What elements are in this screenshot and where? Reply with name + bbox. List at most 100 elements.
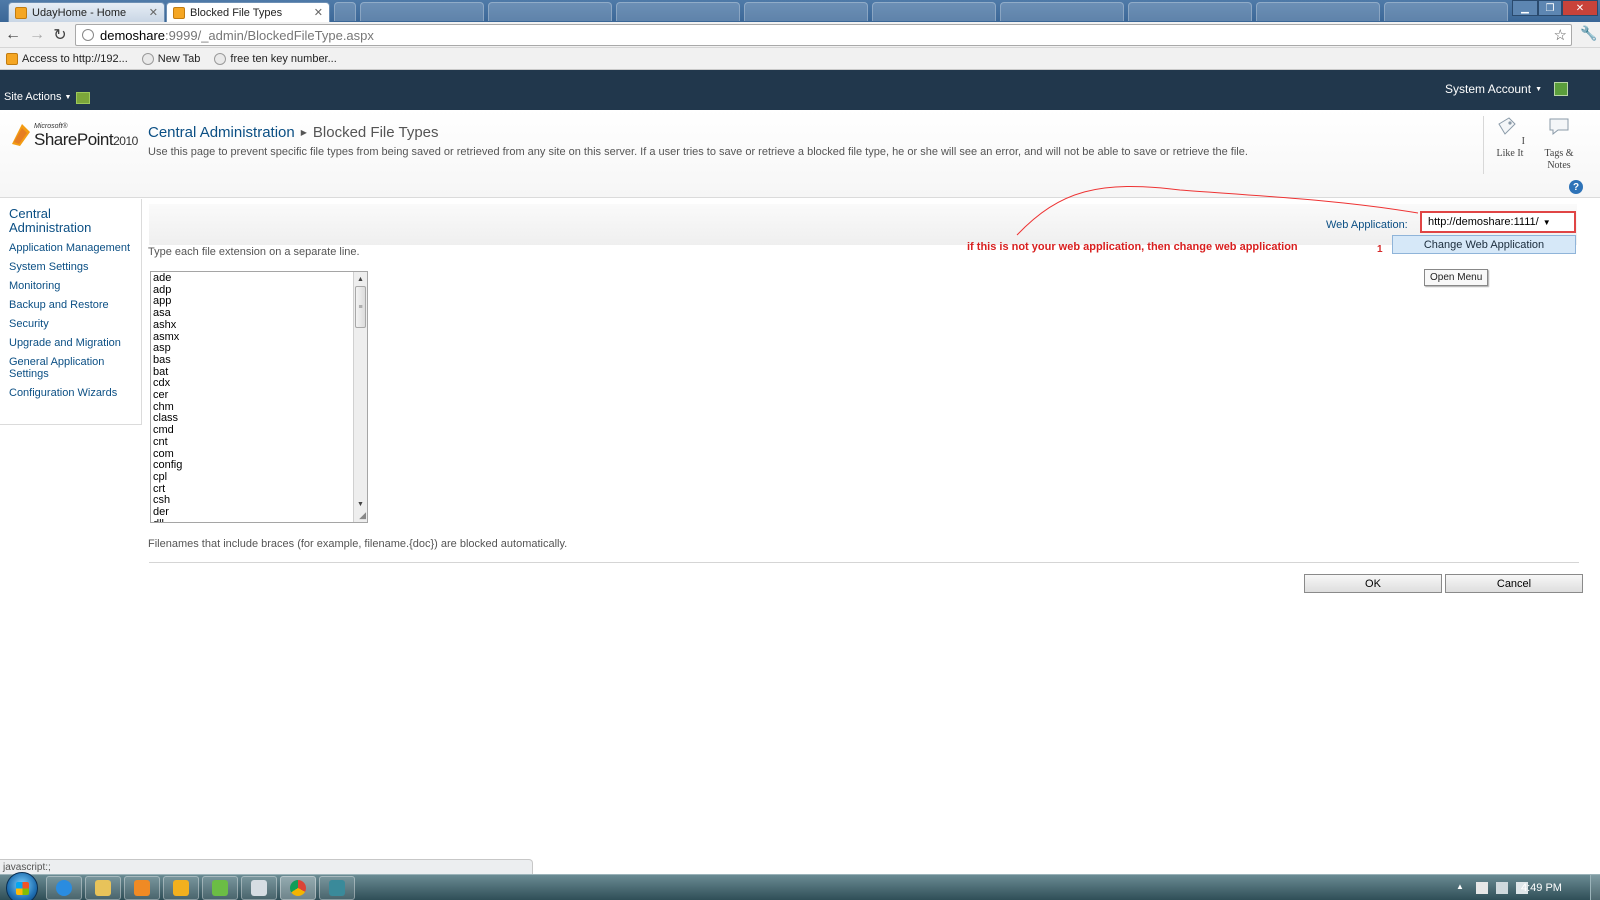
taskbar-messenger-button[interactable]	[202, 876, 238, 900]
change-web-application-menu-item[interactable]: Change Web Application	[1392, 235, 1576, 254]
scroll-up-icon[interactable]: ▲	[354, 273, 367, 285]
page-icon	[214, 52, 227, 65]
folder-icon	[95, 880, 111, 896]
address-bar[interactable]: demoshare:9999/_admin/BlockedFileType.as…	[75, 24, 1572, 46]
nav-item-application-management[interactable]: Application Management	[9, 242, 141, 254]
chevron-up-icon[interactable]: ▲	[1456, 882, 1468, 894]
taskbar-clock[interactable]: 4:49 PM	[1521, 882, 1562, 894]
internet-explorer-icon	[56, 880, 72, 896]
account-menu[interactable]: System Account ▼	[1445, 82, 1542, 96]
title-area: Microsoft® SharePoint2010 Central Admini…	[0, 110, 1600, 198]
background-window-tab	[1256, 2, 1380, 21]
social-divider	[1483, 116, 1484, 174]
status-bar: javascript:;	[0, 859, 533, 875]
page-description: Use this page to prevent specific file t…	[148, 146, 1248, 158]
page-info-icon[interactable]	[82, 29, 94, 41]
extension-line: der	[153, 506, 169, 519]
background-window-tab	[1000, 2, 1124, 21]
maximize-window-button[interactable]: ❐	[1538, 0, 1562, 16]
extension-line: cnt	[153, 435, 168, 448]
site-actions-label: Site Actions	[4, 91, 62, 103]
site-actions-menu[interactable]: Site Actions ▼	[4, 91, 71, 103]
nav-heading-line1: Central	[9, 206, 51, 221]
outlook-icon	[173, 880, 189, 896]
chevron-down-icon: ▼	[1542, 217, 1551, 227]
web-application-value: http://demoshare:1111/	[1428, 216, 1539, 228]
scroll-thumb[interactable]: ≡	[355, 286, 366, 328]
windows-taskbar: ▲ 4:49 PM	[0, 872, 1600, 900]
web-application-selector[interactable]: http://demoshare:1111/ ▼	[1420, 211, 1576, 233]
scroll-down-icon[interactable]: ▼	[354, 498, 367, 510]
minimize-window-button[interactable]: ▁	[1512, 0, 1538, 16]
braces-note: Filenames that include braces (for examp…	[148, 538, 568, 550]
taskbar-sharepoint-designer-button[interactable]	[319, 876, 355, 900]
breadcrumb-central-administration[interactable]: Central Administration	[148, 124, 295, 141]
show-desktop-button[interactable]	[1590, 875, 1600, 900]
tags-notes-label-line2: Notes	[1547, 160, 1571, 171]
i-like-it-button[interactable]: I Like It	[1486, 114, 1534, 160]
taskbar-media-button[interactable]	[124, 876, 160, 900]
taskbar-chrome-button[interactable]	[280, 876, 316, 900]
i-like-it-label: I Like It	[1496, 136, 1525, 159]
bookmark-item[interactable]: Access to http://192...	[6, 52, 128, 65]
nav-item-upgrade-migration[interactable]: Upgrade and Migration	[9, 337, 141, 349]
url-path: :9999/_admin/BlockedFileType.aspx	[165, 27, 374, 43]
cancel-button[interactable]: Cancel	[1445, 574, 1583, 593]
user-profile-icon[interactable]	[1554, 82, 1568, 96]
nav-item-line2: Settings	[9, 368, 49, 380]
extension-line: cpl	[153, 470, 168, 483]
nav-item-backup-restore[interactable]: Backup and Restore	[9, 299, 141, 311]
forward-arrow-icon[interactable]: →	[27, 25, 47, 45]
logo-product: SharePoint	[34, 130, 114, 149]
blocked-extensions-textarea[interactable]: ade adp app asa ashx asmx asp bas bat cdx cer chm cl…	[150, 271, 368, 523]
nav-item-security[interactable]: Security	[9, 318, 141, 330]
bookmark-item[interactable]: New Tab	[141, 52, 201, 65]
wrench-icon[interactable]: 🔧	[1580, 25, 1597, 42]
tab-blocked-file-types[interactable]: Blocked File Types ✕	[166, 2, 330, 23]
textarea-scrollbar[interactable]: ▲ ≡ ▼	[353, 272, 367, 522]
resize-grip-icon[interactable]: ◢	[359, 510, 366, 521]
taskbar-outlook-button[interactable]	[163, 876, 199, 900]
nav-heading-central-administration[interactable]: Central Administration	[9, 207, 141, 235]
extension-line: cer	[153, 389, 169, 402]
nav-item-system-settings[interactable]: System Settings	[9, 261, 141, 273]
close-tab-icon[interactable]: ✕	[149, 6, 158, 19]
background-window-tab	[360, 2, 484, 21]
nav-item-general-application-settings[interactable]: General Application Settings	[9, 356, 141, 380]
close-tab-icon[interactable]: ✕	[314, 6, 323, 19]
nav-item-monitoring[interactable]: Monitoring	[9, 280, 141, 292]
navigate-up-icon[interactable]	[76, 92, 90, 104]
close-window-button[interactable]: ✕	[1562, 0, 1598, 16]
background-window-tab	[488, 2, 612, 21]
taskbar-explorer-button[interactable]	[85, 876, 121, 900]
sharepoint-favicon-icon	[15, 6, 27, 19]
tags-notes-button[interactable]: Tags & Notes	[1535, 114, 1583, 172]
bookmark-item[interactable]: free ten key number...	[214, 52, 337, 65]
help-icon[interactable]: ?	[1569, 180, 1583, 194]
logo-microsoft-text: Microsoft®	[34, 123, 68, 130]
sharepoint-logo[interactable]: Microsoft® SharePoint2010	[10, 120, 140, 160]
action-center-flag-icon[interactable]	[1476, 882, 1488, 894]
ok-button[interactable]: OK	[1304, 574, 1442, 593]
chevron-down-icon: ▼	[1535, 85, 1542, 93]
nav-item-configuration-wizards[interactable]: Configuration Wizards	[9, 387, 141, 399]
tab-label: Blocked File Types	[190, 7, 283, 19]
tab-udayhome[interactable]: UdayHome - Home ✕	[8, 2, 165, 22]
bookmark-label: New Tab	[157, 52, 201, 65]
browser-toolbar: ← → ↻ demoshare:9999/_admin/BlockedFileT…	[0, 22, 1600, 48]
taskbar-window-button[interactable]	[241, 876, 277, 900]
browser-tab-strip: UdayHome - Home ✕ Blocked File Types ✕ ▁…	[0, 0, 1600, 23]
back-arrow-icon[interactable]: ←	[3, 25, 23, 45]
extension-line: dll	[153, 518, 182, 522]
messenger-icon	[212, 880, 228, 896]
bookmarks-bar: Access to http://192... New Tab free ten…	[0, 48, 1600, 70]
star-icon[interactable]: ☆	[1554, 26, 1567, 44]
breadcrumb: Central Administration ▶ Blocked File Ty…	[148, 124, 439, 141]
network-icon[interactable]	[1496, 882, 1508, 894]
tag-note-icon	[1549, 118, 1569, 136]
start-button-icon[interactable]	[6, 872, 38, 900]
background-window-tab	[872, 2, 996, 21]
reload-icon[interactable]: ↻	[50, 25, 70, 45]
new-tab-button[interactable]	[334, 2, 356, 21]
taskbar-ie-button[interactable]	[46, 876, 82, 900]
